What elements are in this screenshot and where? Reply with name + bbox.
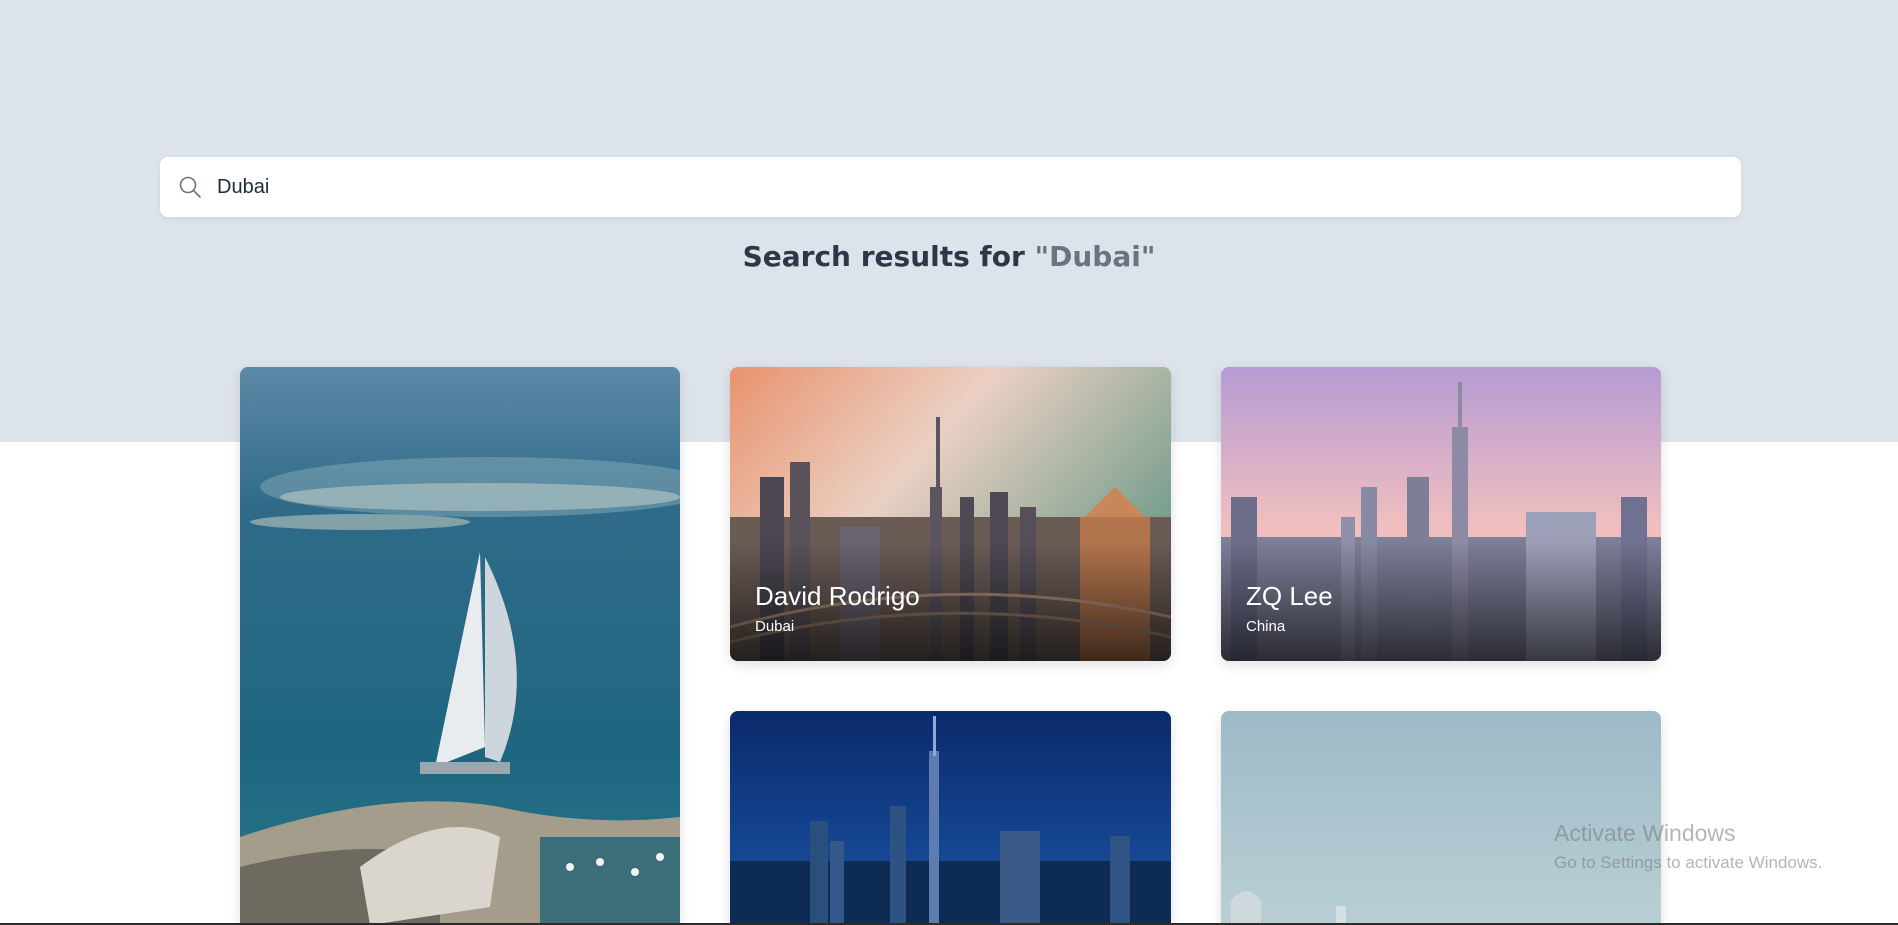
card-author-name: David Rodrigo — [755, 581, 920, 611]
card-author-name: ZQ Lee — [1246, 581, 1333, 611]
results-heading-prefix: Search results for — [742, 240, 1035, 273]
card-info: David Rodrigo Dubai — [755, 581, 920, 635]
result-card[interactable] — [1221, 711, 1661, 925]
city-pale-sky-photo — [1221, 711, 1661, 925]
card-location: China — [1246, 618, 1286, 635]
search-bar[interactable] — [160, 157, 1741, 217]
results-heading: Search results for "Dubai" — [0, 240, 1898, 273]
result-card[interactable]: David Rodrigo Dubai — [730, 367, 1171, 661]
result-card[interactable] — [240, 367, 680, 925]
watermark-subtitle: Go to Settings to activate Windows. — [1554, 853, 1823, 872]
dubai-skyline-night-photo — [730, 711, 1171, 925]
burj-al-arab-aerial-photo — [240, 367, 680, 925]
search-input[interactable] — [217, 167, 1697, 207]
result-card[interactable]: ZQ Lee China — [1221, 367, 1661, 661]
card-location: Dubai — [755, 618, 795, 635]
watermark-title: Activate Windows — [1554, 820, 1736, 846]
card-info: ZQ Lee China — [1246, 581, 1333, 635]
result-card[interactable] — [730, 711, 1171, 925]
activate-windows-watermark: Activate Windows Go to Settings to activ… — [1554, 820, 1822, 873]
results-query: "Dubai" — [1034, 240, 1156, 273]
search-icon — [177, 174, 203, 200]
